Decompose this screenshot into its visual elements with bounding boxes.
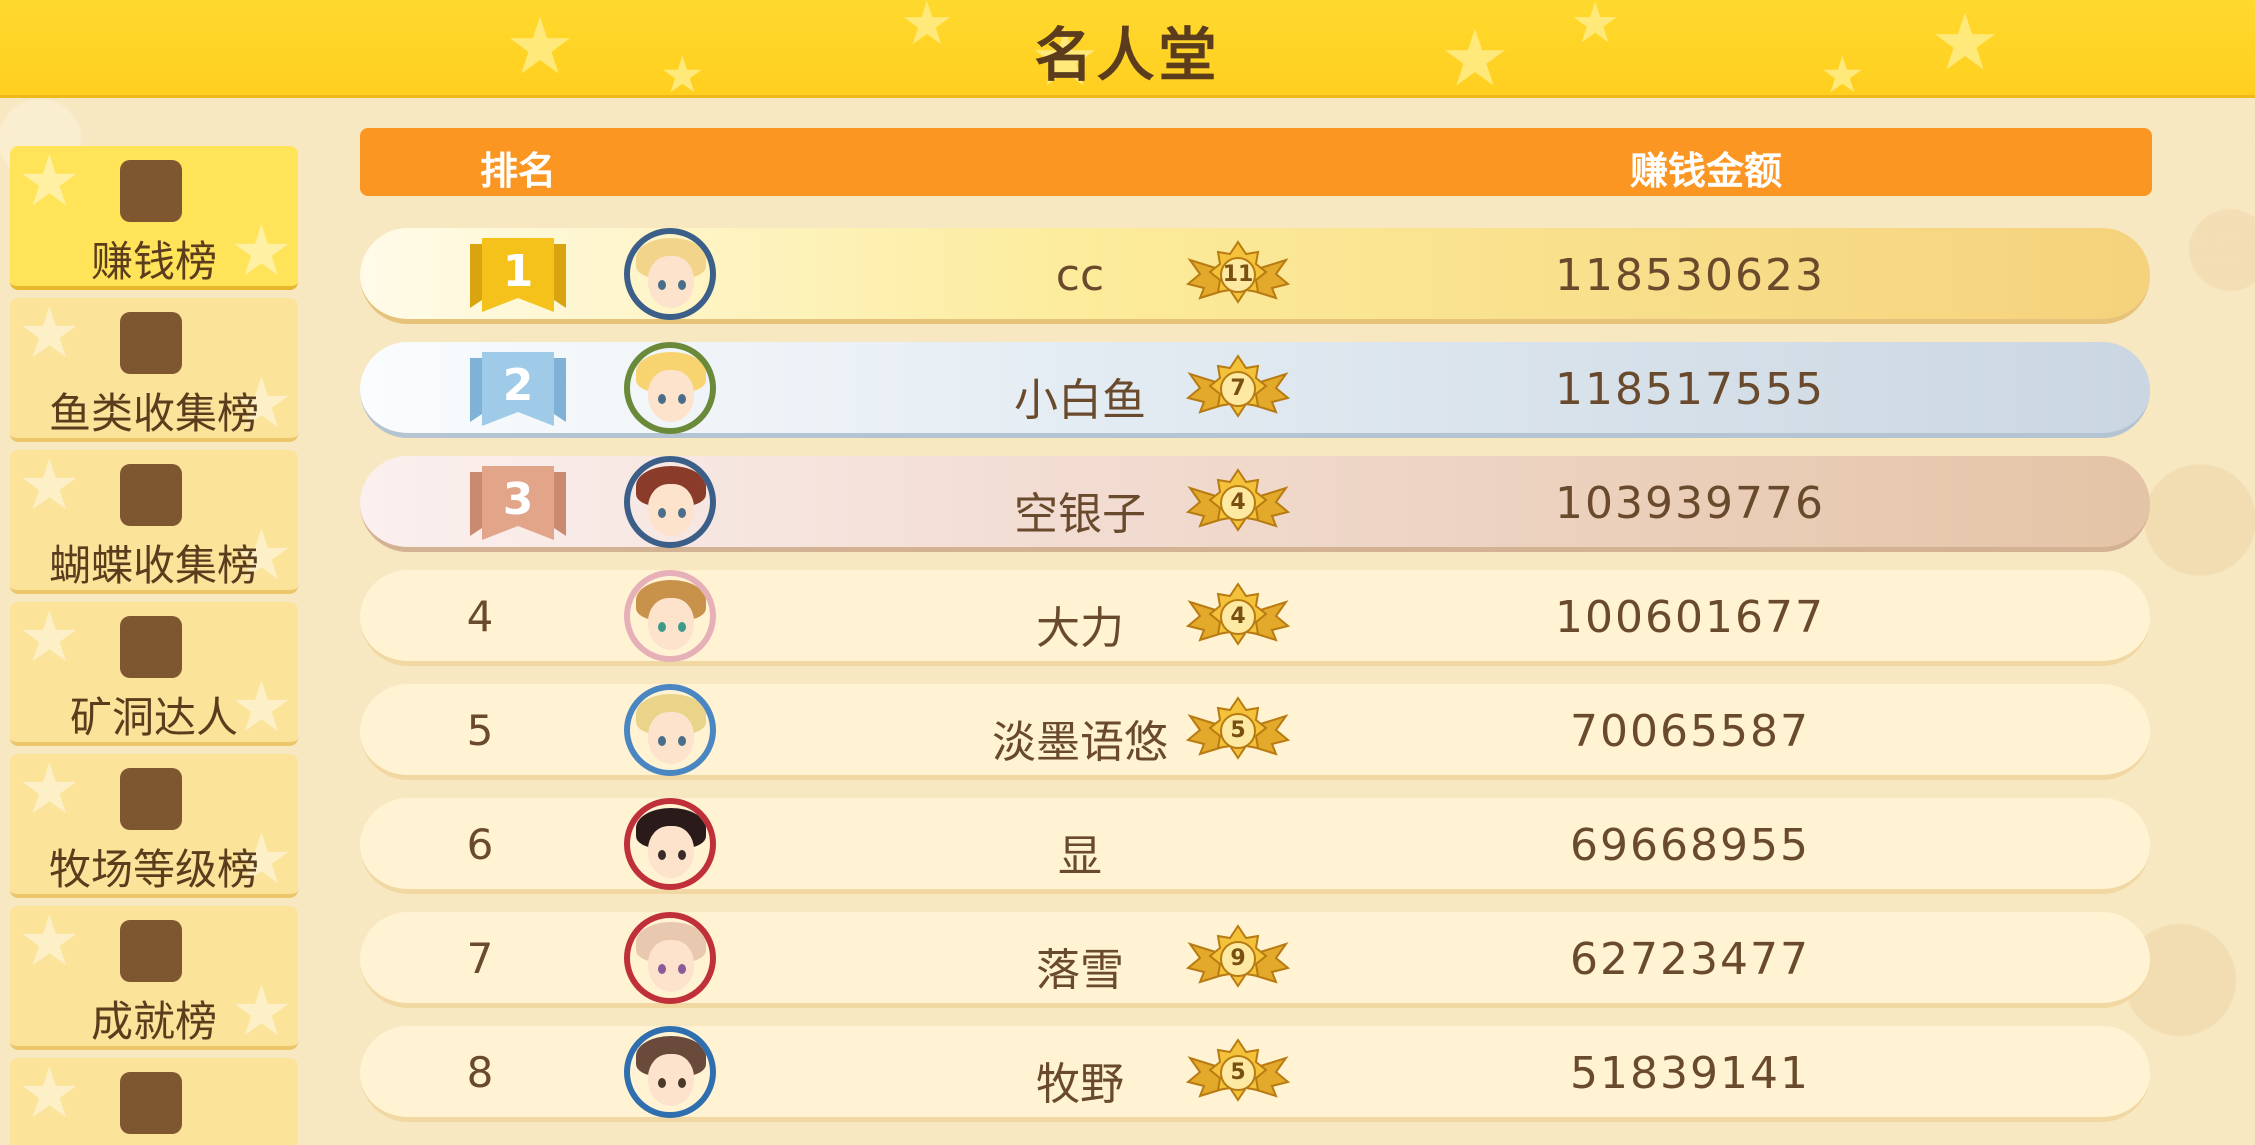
table-row[interactable]: 6 显 69668955 <box>360 798 2150 894</box>
level-number: 9 <box>1230 946 1246 971</box>
table-row[interactable]: 3 空银子 4 103939776 <box>360 456 2150 552</box>
sidebar-tab-label: 赚钱榜 <box>90 237 217 286</box>
level-number: 7 <box>1230 376 1246 401</box>
sidebar-tab-label: 成就榜 <box>90 997 217 1046</box>
ranch-level-icon <box>120 768 182 830</box>
sidebar-tab-butterfly[interactable]: ★ ★ 蝴蝶收集榜 <box>10 450 298 594</box>
table-row[interactable]: 2 小白鱼 7 118517555 <box>360 342 2150 438</box>
level-wings-badge-icon: 11 <box>1185 240 1291 310</box>
rank-number: 3 <box>502 474 534 525</box>
sidebar-tab-more[interactable]: ★ <box>10 1058 298 1145</box>
player-avatar[interactable] <box>624 1026 716 1118</box>
sidebar-tab-fish[interactable]: ★ ★ 鱼类收集榜 <box>10 298 298 442</box>
butterfly-collection-icon <box>120 464 182 526</box>
rank-number: 2 <box>502 360 534 411</box>
money-amount: 103939776 <box>1555 478 1825 529</box>
player-avatar[interactable] <box>624 798 716 890</box>
star-decoration-icon: ★ <box>18 602 81 678</box>
player-avatar[interactable] <box>624 912 716 1004</box>
table-row[interactable]: 1 cc 11 118530623 <box>360 228 2150 324</box>
page-title: 名人堂 <box>1034 21 1221 89</box>
rank-2-badge-icon: 2 <box>470 352 566 426</box>
rank-number: 6 <box>466 820 494 869</box>
sidebar-tab-ranch[interactable]: ★ ★ 牧场等级榜 <box>10 754 298 898</box>
achievement-icon <box>120 920 182 982</box>
level-wings-badge-icon: 5 <box>1185 696 1291 766</box>
money-rank-icon <box>120 160 182 222</box>
sidebar-tab-achievement[interactable]: ★ ★ 成就榜 <box>10 906 298 1050</box>
title-bar: ★ ★ ★ ★ ★ ★ ★ ★ 名人堂 <box>0 0 2255 98</box>
money-amount: 118517555 <box>1555 364 1825 415</box>
table-row[interactable]: 7 落雪 9 62723477 <box>360 912 2150 1008</box>
sidebar: ★ ★ 赚钱榜 ★ ★ 鱼类收集榜 ★ ★ 蝴蝶收集榜 ★ ★ 矿洞达人 ★ ★… <box>10 146 300 1145</box>
star-decoration-icon: ★ <box>18 754 81 830</box>
level-number: 11 <box>1222 262 1254 287</box>
mine-icon <box>120 616 182 678</box>
header-money: 赚钱金额 <box>1630 149 1783 193</box>
player-avatar[interactable] <box>624 684 716 776</box>
star-decoration-icon: ★ <box>18 906 81 982</box>
rank-3-badge-icon: 3 <box>470 466 566 540</box>
money-amount: 62723477 <box>1570 934 1810 985</box>
money-amount: 51839141 <box>1570 1048 1810 1099</box>
rank-number: 4 <box>466 592 494 641</box>
level-number: 5 <box>1230 718 1246 743</box>
level-wings-badge-icon: 4 <box>1185 468 1291 538</box>
player-avatar[interactable] <box>624 228 716 320</box>
star-decoration-icon: ★ <box>18 1058 81 1134</box>
fish-collection-icon <box>120 312 182 374</box>
star-decoration-icon: ★ <box>18 298 81 374</box>
money-amount: 100601677 <box>1555 592 1825 643</box>
table-row[interactable]: 8 牧野 5 51839141 <box>360 1026 2150 1122</box>
sidebar-tab-label: 牧场等级榜 <box>48 845 259 894</box>
level-number: 4 <box>1230 490 1246 515</box>
level-number: 4 <box>1230 604 1246 629</box>
rank-number: 8 <box>466 1048 494 1097</box>
star-decoration-icon: ★ <box>18 450 81 526</box>
sidebar-tab-label: 蝴蝶收集榜 <box>48 541 259 590</box>
ranking-icon <box>120 1072 182 1134</box>
money-amount: 70065587 <box>1570 706 1810 757</box>
level-wings-badge-icon: 7 <box>1185 354 1291 424</box>
sidebar-tab-label: 矿洞达人 <box>69 693 238 742</box>
star-decoration-icon: ★ <box>18 146 81 222</box>
rank-number: 5 <box>466 706 494 755</box>
sidebar-tab-mine[interactable]: ★ ★ 矿洞达人 <box>10 602 298 746</box>
player-avatar[interactable] <box>624 570 716 662</box>
table-row[interactable]: 4 大力 4 100601677 <box>360 570 2150 666</box>
money-amount: 69668955 <box>1570 820 1810 871</box>
player-avatar[interactable] <box>624 456 716 548</box>
level-wings-badge-icon: 9 <box>1185 924 1291 994</box>
money-amount: 118530623 <box>1555 250 1825 301</box>
level-wings-badge-icon: 5 <box>1185 1038 1291 1108</box>
header-rank: 排名 <box>480 149 557 193</box>
rank-1-badge-icon: 1 <box>470 238 566 312</box>
level-number: 5 <box>1230 1060 1246 1085</box>
table-header: 排名 赚钱金额 <box>360 128 2152 196</box>
player-avatar[interactable] <box>624 342 716 434</box>
player-name: 显 <box>1058 831 1102 882</box>
rank-number: 1 <box>502 246 534 297</box>
sidebar-tab-label: 鱼类收集榜 <box>48 389 259 438</box>
table-row[interactable]: 5 淡墨语悠 5 70065587 <box>360 684 2150 780</box>
level-wings-badge-icon: 4 <box>1185 582 1291 652</box>
sidebar-tab-money[interactable]: ★ ★ 赚钱榜 <box>10 146 298 290</box>
rank-number: 7 <box>466 934 494 983</box>
